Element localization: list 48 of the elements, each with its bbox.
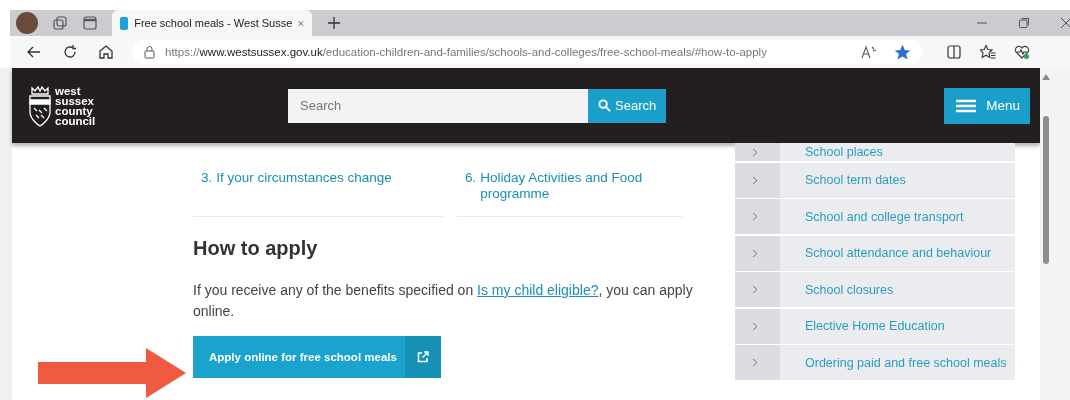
paragraph: If you receive any of the benefits specified on Is my child eligible?, you can apply online. — [193, 281, 694, 321]
close-icon[interactable] — [1060, 17, 1070, 29]
new-tab-icon[interactable] — [326, 15, 342, 31]
split-screen-icon[interactable] — [946, 44, 962, 60]
profile-avatar[interactable] — [16, 12, 38, 34]
logo-text: west sussex county council — [55, 85, 96, 126]
sidebar-link[interactable]: School attendance and behaviour — [735, 235, 1015, 271]
sidebar-link[interactable]: School closures — [735, 272, 1015, 307]
chevron-icon — [752, 321, 758, 331]
read-aloud-icon[interactable] — [861, 45, 877, 59]
search-icon — [598, 99, 611, 112]
sidebar-link[interactable]: School places — [735, 143, 1015, 161]
sidebar-link[interactable]: Ordering paid and free school meals — [735, 345, 1015, 380]
scrollbar-thumb[interactable] — [1043, 116, 1049, 264]
chevron-icon — [752, 358, 758, 367]
chevron-icon — [752, 285, 758, 294]
restore-icon[interactable] — [1018, 17, 1030, 29]
star-icon[interactable] — [895, 44, 910, 60]
section-heading: How to apply — [193, 237, 319, 260]
chevron-icon — [752, 212, 758, 221]
search-field[interactable]: Search — [288, 88, 588, 123]
scroll-up-icon[interactable] — [1042, 74, 1050, 80]
favorites-icon[interactable] — [980, 44, 996, 60]
eligibility-link[interactable]: Is my child eligible? — [477, 282, 599, 298]
browser-tab[interactable]: Free school meals - West Susse — [112, 10, 312, 36]
lock-icon[interactable] — [144, 45, 155, 59]
refresh-icon[interactable] — [62, 44, 78, 60]
back-icon[interactable] — [26, 44, 42, 60]
sidebar-link[interactable]: Elective Home Education — [735, 308, 1015, 344]
apply-online-button[interactable]: Apply online for free school meals — [193, 336, 441, 378]
sidebar-link[interactable]: School term dates — [735, 162, 1015, 198]
favicon-icon — [120, 16, 129, 30]
workspaces-icon[interactable] — [52, 15, 68, 31]
close-icon[interactable] — [298, 18, 304, 28]
home-icon[interactable] — [98, 44, 114, 60]
search-button[interactable]: Search — [588, 88, 667, 123]
menu-icon — [956, 98, 977, 113]
chevron-icon — [752, 248, 758, 258]
tab-actions-icon[interactable] — [82, 15, 98, 31]
address-bar[interactable]: https://www.westsussex.gov.uk/education-children-and-families/schools-and-colleges/free-school-meals/#how-to-apply — [132, 40, 922, 64]
menu-button[interactable]: Menu — [944, 87, 1030, 124]
contents-link[interactable]: 6. Holiday Activities and Food programme — [457, 143, 682, 217]
contents-link[interactable]: 3. If your circumstances change — [193, 143, 443, 217]
external-link-icon — [417, 351, 429, 363]
chevron-icon — [752, 175, 758, 185]
sidebar-link[interactable]: School and college transport — [735, 199, 1015, 234]
chevron-icon — [752, 147, 758, 157]
heartbeat-icon[interactable] — [1014, 44, 1030, 60]
